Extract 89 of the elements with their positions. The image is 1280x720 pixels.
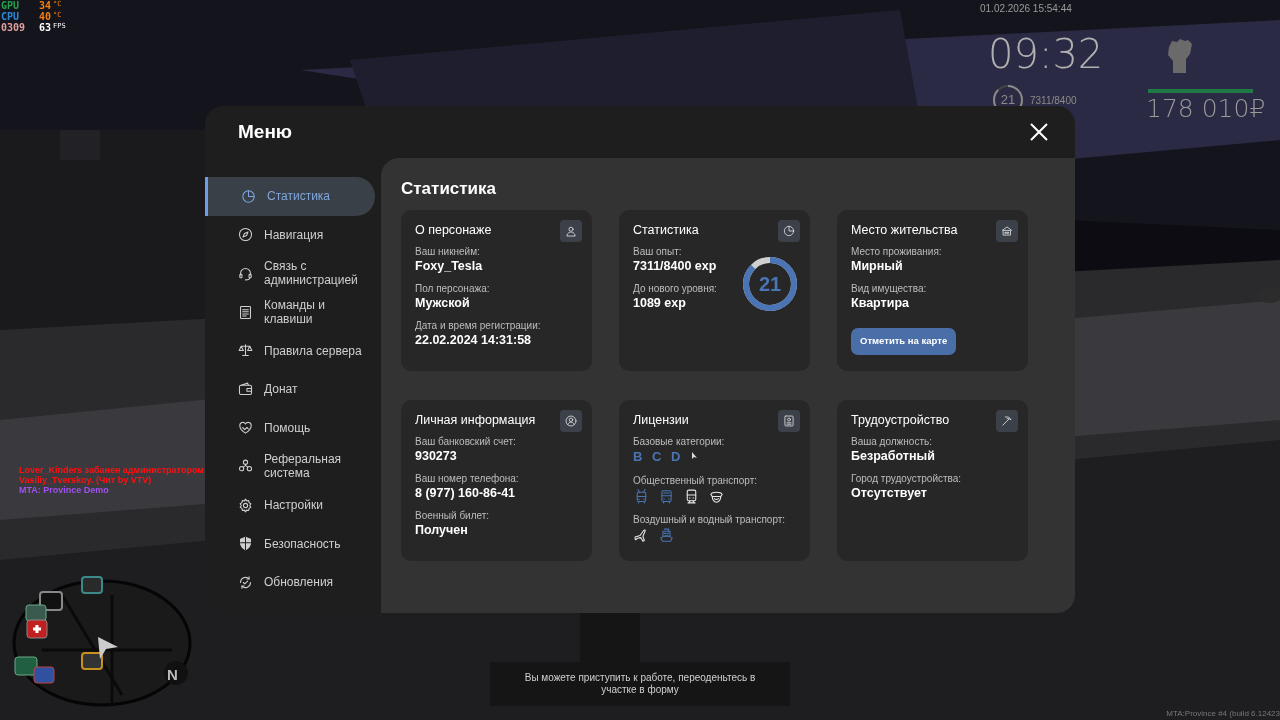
sidebar-item[interactable]: Реферальная система [205, 447, 375, 486]
level-number: 21 [1000, 91, 1016, 110]
sidebar-item[interactable]: Статистика [205, 177, 375, 216]
sidebar-item[interactable]: Навигация [205, 215, 375, 255]
house-icon [1000, 224, 1014, 238]
pickaxe-icon [1000, 414, 1014, 428]
card-icon-button[interactable] [996, 410, 1018, 432]
card-title: Лицензии [633, 412, 689, 428]
card-title: Место жительства [851, 222, 958, 238]
north-label: N [167, 665, 178, 685]
perf-label: GPU [1, 0, 21, 11]
chat-message: Lover_Kinders забанен администратором Vasiliy_Tverskoy. (Чит by VTV) [19, 465, 205, 485]
field-label: Город трудоустройства: [851, 472, 962, 485]
settings-icon [237, 496, 254, 514]
field-value: Получен [415, 522, 468, 538]
card-title: Статистика [633, 222, 699, 238]
field-label: Пол персонажа: [415, 282, 490, 295]
field-label: Ваш опыт: [633, 245, 682, 258]
field-label: До нового уровня: [633, 282, 717, 295]
card-icon-button[interactable] [560, 220, 582, 242]
sidebar-item[interactable]: Команды и клавиши [205, 292, 375, 332]
field-label: Ваш банковский счет: [415, 435, 516, 448]
sidebar-item[interactable]: Обновления [205, 562, 375, 602]
document-icon [237, 303, 254, 321]
build-label: MTA:Province #4 (build 6.12423 [1166, 709, 1280, 719]
perf-value: 34 [39, 0, 52, 11]
section-title: Статистика [401, 178, 498, 200]
perf-value: 40 [39, 11, 52, 22]
menu-title: Меню [238, 119, 293, 144]
field-label: Общественный транспорт: [633, 474, 758, 487]
notification-text: Вы можете приступить к работе, переоденьтесь в участке в форму [523, 672, 757, 696]
perf-label: 0309 [1, 22, 27, 33]
chat-message: MTA: Province Demo [19, 485, 109, 495]
field-value: 22.02.2024 14:31:58 [415, 332, 532, 348]
mouse-cursor-icon [692, 452, 698, 460]
date-time: 01.02.2026 15:54:44 [980, 2, 1072, 16]
field-value: 8 (977) 160-86-41 [415, 485, 516, 501]
wallet-icon [237, 380, 254, 398]
shield-icon [237, 535, 254, 553]
field-value: Отсутствует [851, 485, 927, 501]
field-label: Дата и время регистрации: [415, 319, 541, 332]
field-value: 930273 [415, 448, 457, 464]
sidebar-item[interactable]: Настройки [205, 485, 375, 525]
field-label: Военный билет: [415, 509, 490, 522]
card-icon-button[interactable] [560, 410, 582, 432]
money-amount: 178 010₽ [1146, 95, 1266, 123]
field-label: Ваша должность: [851, 435, 932, 448]
license-category: D [671, 448, 682, 467]
id-card-icon [782, 414, 796, 428]
card-icon-button[interactable] [996, 220, 1018, 242]
compass-icon [237, 226, 254, 244]
sidebar-item[interactable]: Безопасность [205, 524, 375, 563]
person-circle-icon [564, 414, 578, 428]
level-number: 21 [758, 272, 782, 297]
field-value: Безработный [851, 448, 935, 464]
sidebar-item[interactable]: Связь с администрацией [205, 254, 375, 293]
card-icon-button[interactable] [778, 410, 800, 432]
refresh-check-icon [237, 573, 254, 591]
field-label: Базовые категории: [633, 435, 725, 448]
pie-chart-icon [782, 224, 796, 238]
sidebar-item[interactable]: Правила сервера [205, 331, 375, 370]
perf-value: 63 [39, 22, 52, 33]
license-category: C [652, 448, 663, 467]
headset-icon [237, 265, 254, 282]
perf-label: CPU [1, 11, 21, 22]
person-icon [564, 224, 578, 238]
field-value: 1089 exp [633, 295, 686, 311]
experience-text: 7311/8400 [1030, 94, 1077, 108]
card-title: Трудоустройство [851, 412, 950, 428]
card-icon-button[interactable] [778, 220, 800, 242]
field-label: Ваш никнейм: [415, 245, 480, 258]
card-title: Личная информация [415, 412, 536, 428]
field-label: Вид имущества: [851, 282, 927, 295]
license-category: B [633, 448, 644, 467]
sidebar-item[interactable]: Помощь [205, 408, 375, 448]
field-value: Foxy_Tesla [415, 258, 483, 274]
field-label: Воздушный и водный транспорт: [633, 513, 786, 526]
field-value: Квартира [851, 295, 909, 311]
field-value: Мирный [851, 258, 903, 274]
clock: 09:32 [988, 30, 1104, 78]
field-label: Ваш номер телефона: [415, 472, 519, 485]
field-value: Мужской [415, 295, 470, 311]
field-value: 7311/8400 exp [633, 258, 717, 274]
map-mark-button[interactable]: Отметить на карте [851, 328, 957, 355]
card-title: О персонаже [415, 222, 492, 238]
pie-chart-icon [240, 187, 257, 205]
heart-icon [237, 419, 254, 437]
sidebar-item[interactable]: Донат [205, 369, 375, 409]
field-label: Место проживания: [851, 245, 942, 258]
